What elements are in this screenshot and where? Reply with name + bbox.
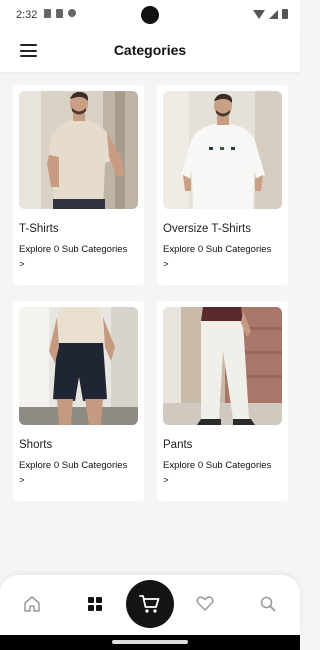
category-name: Pants	[163, 439, 193, 451]
notification-icon	[44, 9, 51, 18]
page-title: Categories	[113, 42, 187, 58]
system-gesture-bar	[0, 635, 300, 650]
categories-grid-icon[interactable]	[85, 594, 105, 614]
pants-image	[163, 307, 282, 425]
shorts-image	[19, 307, 138, 425]
category-name: Shorts	[19, 439, 53, 451]
category-card-oversize-tshirts[interactable]: Oversize T-Shirts Explore 0 Sub Categori…	[157, 85, 288, 285]
search-icon[interactable]	[258, 594, 278, 614]
app-bar: Categories	[0, 30, 300, 72]
system-icons	[253, 9, 288, 19]
tshirts-image	[19, 91, 138, 209]
sync-icon	[68, 9, 76, 17]
explore-subcategories-link[interactable]: Explore 0 Sub Categories >	[19, 242, 134, 272]
camera-cutout	[141, 6, 159, 24]
signal-icon	[269, 9, 278, 19]
battery-icon	[282, 9, 288, 19]
status-time: 2:32	[16, 9, 38, 21]
category-card-pants[interactable]: Pants Explore 0 Sub Categories >	[157, 301, 288, 501]
oversize-tshirts-image	[163, 91, 282, 209]
category-grid: T-Shirts Explore 0 Sub Categories > Over…	[13, 85, 288, 501]
category-card-shorts[interactable]: Shorts Explore 0 Sub Categories >	[13, 301, 144, 501]
home-icon[interactable]	[22, 594, 42, 614]
home-gesture-handle[interactable]	[112, 640, 188, 644]
category-name: T-Shirts	[19, 223, 59, 235]
sim-icon	[56, 9, 63, 18]
category-card-tshirts[interactable]: T-Shirts Explore 0 Sub Categories >	[13, 85, 144, 285]
notification-icons	[44, 9, 76, 18]
wifi-icon	[253, 9, 265, 19]
status-bar: 2:32	[0, 0, 300, 30]
cart-icon[interactable]	[126, 580, 174, 628]
explore-subcategories-link[interactable]: Explore 0 Sub Categories >	[163, 458, 278, 488]
category-name: Oversize T-Shirts	[163, 223, 251, 235]
explore-subcategories-link[interactable]: Explore 0 Sub Categories >	[163, 242, 278, 272]
explore-subcategories-link[interactable]: Explore 0 Sub Categories >	[19, 458, 134, 488]
heart-icon[interactable]	[195, 594, 215, 614]
